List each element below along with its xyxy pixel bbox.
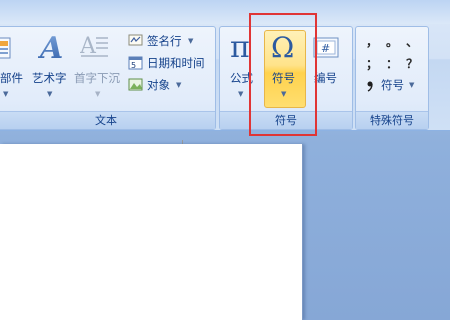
pi-icon[interactable]: π <box>229 30 257 65</box>
signature-line-icon <box>128 33 144 50</box>
svg-text:Ω: Ω <box>271 34 294 60</box>
special-symbol-comma-icon <box>367 80 373 95</box>
special-symbol-enumeration-comma[interactable]: 、 <box>406 33 418 50</box>
quick-parts-icon[interactable] <box>0 36 12 63</box>
ribbon-tab-strip <box>0 0 450 24</box>
number-icon[interactable]: # <box>313 37 339 62</box>
quick-parts-button[interactable]: 部件 <box>0 70 23 86</box>
wordart-icon[interactable]: A <box>37 31 64 66</box>
symbols-group-label: 符号 <box>220 111 352 129</box>
omega-icon: Ω <box>271 31 299 64</box>
signature-line-button[interactable]: 签名行 <box>147 33 182 49</box>
special-symbol-comma[interactable]: ， <box>366 33 378 50</box>
svg-text:A: A <box>38 32 63 62</box>
wordart-button[interactable]: 艺术字 <box>32 70 67 86</box>
document-page[interactable] <box>0 144 303 320</box>
drop-cap-button: 首字下沉 <box>74 71 120 85</box>
svg-text:#: # <box>321 42 330 55</box>
equation-dropdown-arrow[interactable]: ▼ <box>238 90 243 98</box>
drop-cap-dropdown-arrow: ▼ <box>95 90 101 98</box>
special-symbol-period[interactable]: 。 <box>386 33 398 50</box>
text-group-label: 文本 <box>0 111 215 129</box>
special-symbol-question[interactable]: ？ <box>406 55 418 72</box>
numbering-button[interactable]: 编号 <box>314 70 337 86</box>
wordart-dropdown-arrow[interactable]: ▼ <box>47 90 52 98</box>
symbol-dropdown-arrow: ▼ <box>281 90 287 98</box>
special-symbols-group-label: 特殊符号 <box>356 111 428 129</box>
signature-line-dropdown-arrow[interactable]: ▼ <box>188 37 193 45</box>
special-symbol-semicolon[interactable]: ； <box>366 55 378 72</box>
object-icon <box>128 77 144 95</box>
drop-cap-icon: A <box>79 33 110 64</box>
date-time-icon: 5 <box>128 55 144 73</box>
quick-parts-dropdown-arrow[interactable]: ▼ <box>3 90 8 98</box>
svg-text:π: π <box>230 33 250 61</box>
special-symbol-dropdown-arrow[interactable]: ▼ <box>409 81 414 89</box>
date-time-button[interactable]: 日期和时间 <box>147 55 205 71</box>
ribbon: 文本 部件 ▼ A 艺术字 ▼ A 首字下沉 ▼ 签名行 ▼ 5 日期和时间 对… <box>0 0 450 131</box>
special-symbol-button[interactable]: 符号 <box>381 77 404 93</box>
object-button[interactable]: 对象 <box>147 77 170 93</box>
object-dropdown-arrow[interactable]: ▼ <box>176 81 181 89</box>
special-symbol-colon[interactable]: ： <box>386 55 398 72</box>
symbol-button-label: 符号 <box>272 71 295 85</box>
svg-text:5: 5 <box>131 61 136 70</box>
equation-button[interactable]: 公式 <box>230 70 253 86</box>
